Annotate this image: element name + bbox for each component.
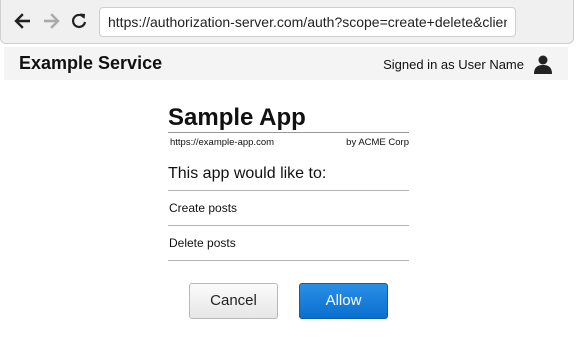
app-publisher: by ACME Corp <box>346 137 409 148</box>
cancel-button[interactable]: Cancel <box>189 283 278 319</box>
allow-button[interactable]: Allow <box>299 283 388 319</box>
request-heading: This app would like to: <box>168 164 409 191</box>
site-header: Example Service Signed in as User Name <box>4 47 568 80</box>
user-silhouette-icon[interactable] <box>533 54 553 74</box>
app-meta: https://example-app.com by ACME Corp <box>168 132 409 151</box>
permission-item: Delete posts <box>168 226 409 261</box>
reload-icon <box>72 13 87 29</box>
address-bar[interactable] <box>99 7 516 37</box>
app-url: https://example-app.com <box>170 137 275 148</box>
arrow-left-icon <box>14 13 30 29</box>
permission-item: Create posts <box>168 191 409 226</box>
back-button[interactable] <box>12 10 34 32</box>
browser-toolbar <box>0 0 574 44</box>
reload-button[interactable] <box>68 10 90 32</box>
app-name: Sample App <box>168 104 306 131</box>
forward-button[interactable] <box>40 10 62 32</box>
authorization-card: Sample App https://example-app.com by AC… <box>168 104 409 261</box>
site-title: Example Service <box>19 53 163 73</box>
signed-in-label: Signed in as User Name <box>383 57 524 72</box>
arrow-right-icon <box>44 13 60 29</box>
